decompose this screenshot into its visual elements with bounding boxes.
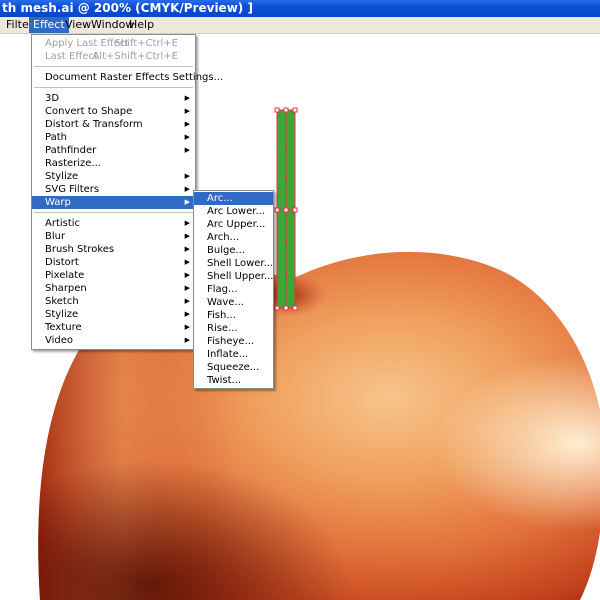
submenu-arrow-icon: ▶ — [184, 146, 190, 154]
warp-item-shell-lower[interactable]: Shell Lower... — [194, 257, 273, 270]
menu-item-label: Distort & Transform — [45, 119, 143, 130]
warp-item-rise[interactable]: Rise... — [194, 322, 273, 335]
menu-item-distort-transform[interactable]: Distort & Transform ▶ — [32, 118, 195, 131]
menu-item-texture[interactable]: Texture ▶ — [32, 321, 195, 334]
menu-item-path[interactable]: Path ▶ — [32, 131, 195, 144]
warp-submenu: Arc... Arc Lower... Arc Upper... Arch...… — [193, 190, 274, 389]
menu-item-label: Rasterize... — [45, 158, 101, 169]
submenu-arrow-icon: ▶ — [184, 198, 190, 206]
menu-item-label: Stylize — [45, 171, 79, 182]
warp-item-flag[interactable]: Flag... — [194, 283, 273, 296]
menu-item-label: Stylize — [45, 309, 79, 320]
warp-item-arch[interactable]: Arch... — [194, 231, 273, 244]
menu-item-label: Brush Strokes — [45, 244, 115, 255]
menu-separator — [34, 66, 193, 68]
menu-item-shortcut: Shift+Ctrl+E — [114, 38, 178, 49]
menu-help[interactable]: Help — [125, 17, 158, 33]
submenu-arrow-icon: ▶ — [184, 172, 190, 180]
menu-item-label: 3D — [45, 93, 60, 104]
submenu-arrow-icon: ▶ — [184, 258, 190, 266]
submenu-arrow-icon: ▶ — [184, 219, 190, 227]
warp-item-bulge[interactable]: Bulge... — [194, 244, 273, 257]
menu-separator — [34, 212, 193, 214]
warp-item-inflate[interactable]: Inflate... — [194, 348, 273, 361]
menu-item-label: Last Effect — [45, 51, 98, 62]
warp-item-fish[interactable]: Fish... — [194, 309, 273, 322]
submenu-arrow-icon: ▶ — [184, 107, 190, 115]
menu-item-pixelate[interactable]: Pixelate ▶ — [32, 269, 195, 282]
menu-item-label: Convert to Shape — [45, 106, 133, 117]
warp-item-twist[interactable]: Twist... — [194, 374, 273, 387]
menu-item-stylize-photoshop[interactable]: Stylize ▶ — [32, 308, 195, 321]
menu-item-rasterize[interactable]: Rasterize... — [32, 157, 195, 170]
menu-item-svg-filters[interactable]: SVG Filters ▶ — [32, 183, 195, 196]
menu-item-label: Sketch — [45, 296, 79, 307]
menu-item-stylize-illustrator[interactable]: Stylize ▶ — [32, 170, 195, 183]
menu-item-video[interactable]: Video ▶ — [32, 334, 195, 347]
menu-bar: Filter Effect View Window Help — [0, 17, 600, 34]
submenu-arrow-icon: ▶ — [184, 323, 190, 331]
submenu-arrow-icon: ▶ — [184, 120, 190, 128]
menu-item-blur[interactable]: Blur ▶ — [32, 230, 195, 243]
warp-item-shell-upper[interactable]: Shell Upper... — [194, 270, 273, 283]
submenu-arrow-icon: ▶ — [184, 284, 190, 292]
menu-item-sharpen[interactable]: Sharpen ▶ — [32, 282, 195, 295]
menu-item-label: Pixelate — [45, 270, 85, 281]
menu-item-warp[interactable]: Warp ▶ — [32, 196, 195, 209]
menu-item-3d[interactable]: 3D ▶ — [32, 92, 195, 105]
warp-item-arc-upper[interactable]: Arc Upper... — [194, 218, 273, 231]
submenu-arrow-icon: ▶ — [184, 133, 190, 141]
warp-item-arc[interactable]: Arc... — [194, 192, 273, 205]
submenu-arrow-icon: ▶ — [184, 297, 190, 305]
window-title-bar: th mesh.ai @ 200% (CMYK/Preview) ] — [0, 0, 600, 17]
window-title: th mesh.ai @ 200% (CMYK/Preview) ] — [2, 1, 253, 15]
menu-item-label: Distort — [45, 257, 79, 268]
warp-item-squeeze[interactable]: Squeeze... — [194, 361, 273, 374]
menu-item-label: Artistic — [45, 218, 81, 229]
submenu-arrow-icon: ▶ — [184, 310, 190, 318]
warp-item-fisheye[interactable]: Fisheye... — [194, 335, 273, 348]
menu-item-label: Warp — [45, 197, 71, 208]
menu-item-label: Pathfinder — [45, 145, 97, 156]
menu-item-label: Blur — [45, 231, 66, 242]
menu-item-label: SVG Filters — [45, 184, 100, 195]
menu-item-label: Texture — [45, 322, 82, 333]
submenu-arrow-icon: ▶ — [184, 245, 190, 253]
menu-item-label: Video — [45, 335, 74, 346]
submenu-arrow-icon: ▶ — [184, 232, 190, 240]
menu-separator — [34, 87, 193, 89]
menu-item-apply-last-effect[interactable]: Apply Last Effect Shift+Ctrl+E — [32, 37, 195, 50]
menu-item-sketch[interactable]: Sketch ▶ — [32, 295, 195, 308]
menu-item-label: Path — [45, 132, 67, 143]
menu-item-artistic[interactable]: Artistic ▶ — [32, 217, 195, 230]
menu-item-label: Sharpen — [45, 283, 87, 294]
menu-item-convert-to-shape[interactable]: Convert to Shape ▶ — [32, 105, 195, 118]
menu-item-label: Document Raster Effects Settings... — [45, 72, 224, 83]
menu-item-distort[interactable]: Distort ▶ — [32, 256, 195, 269]
warp-item-arc-lower[interactable]: Arc Lower... — [194, 205, 273, 218]
effect-menu: Apply Last Effect Shift+Ctrl+E Last Effe… — [31, 34, 223, 350]
submenu-arrow-icon: ▶ — [184, 94, 190, 102]
warp-item-wave[interactable]: Wave... — [194, 296, 273, 309]
menu-item-last-effect[interactable]: Last Effect Alt+Shift+Ctrl+E — [32, 50, 195, 63]
menu-item-brush-strokes[interactable]: Brush Strokes ▶ — [32, 243, 195, 256]
menu-item-shortcut: Alt+Shift+Ctrl+E — [92, 51, 178, 62]
submenu-arrow-icon: ▶ — [184, 185, 190, 193]
submenu-arrow-icon: ▶ — [184, 336, 190, 344]
menu-item-pathfinder[interactable]: Pathfinder ▶ — [32, 144, 195, 157]
menu-item-raster-settings[interactable]: Document Raster Effects Settings... — [32, 71, 223, 84]
submenu-arrow-icon: ▶ — [184, 271, 190, 279]
